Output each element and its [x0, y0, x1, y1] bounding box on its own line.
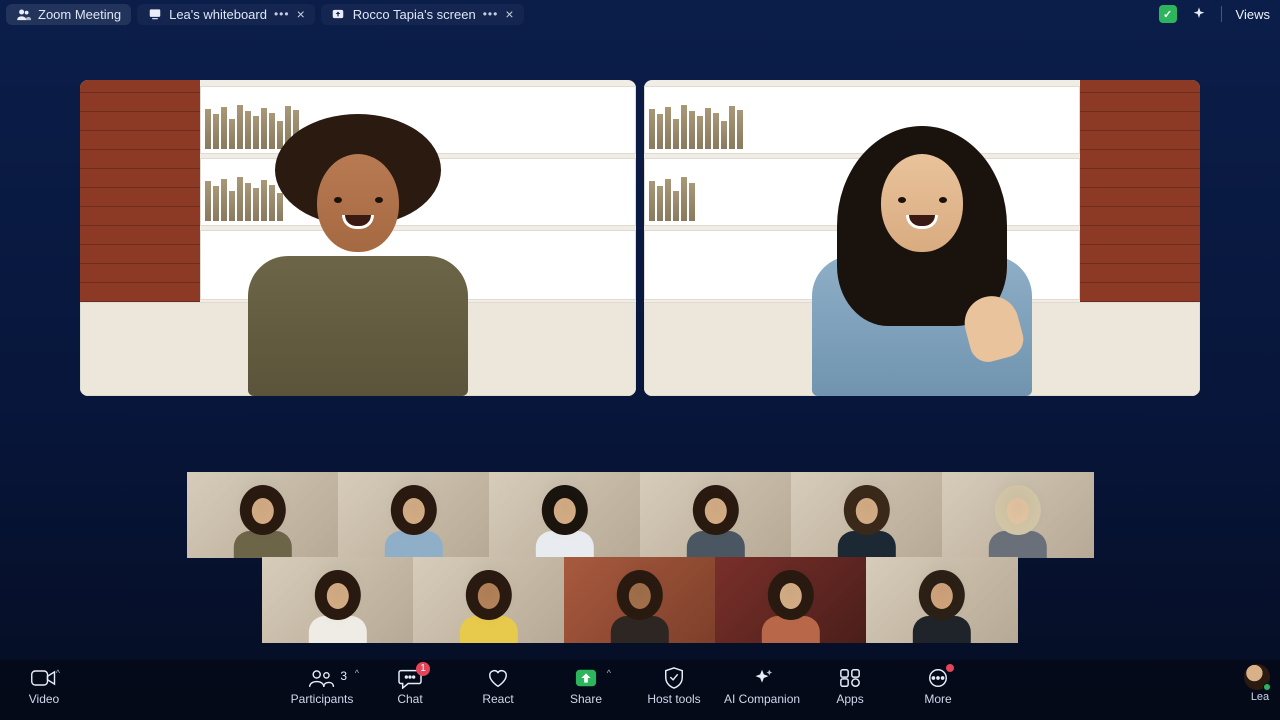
people-icon	[16, 7, 31, 22]
chat-badge: 1	[416, 662, 430, 676]
tab-options-icon[interactable]: •••	[274, 7, 290, 21]
video-button[interactable]: ^ Video	[0, 664, 88, 706]
encryption-shield-icon[interactable]: ✓	[1159, 5, 1177, 23]
avatar	[1244, 664, 1270, 690]
tab-whiteboard[interactable]: Lea's whiteboard ••• ×	[137, 4, 315, 25]
host-tools-button[interactable]: Host tools	[630, 664, 718, 706]
toolbar-label: Chat	[397, 692, 422, 706]
apps-icon	[838, 666, 862, 690]
apps-button[interactable]: Apps	[806, 664, 894, 706]
participant-thumb[interactable]	[413, 557, 565, 643]
toolbar-label: Apps	[836, 692, 863, 706]
views-button[interactable]: Views	[1236, 7, 1270, 22]
toolbar-label: AI Companion	[724, 692, 800, 706]
tab-options-icon[interactable]: •••	[483, 7, 499, 21]
share-screen-icon: ^	[573, 666, 599, 690]
share-button[interactable]: ^ Share	[542, 664, 630, 706]
speaker-tile-2[interactable]	[644, 80, 1200, 396]
whiteboard-icon	[147, 7, 162, 22]
toolbar-label: Video	[29, 692, 59, 706]
participant-thumb[interactable]	[187, 472, 339, 558]
participant-thumb[interactable]	[640, 472, 792, 558]
sparkle-icon[interactable]	[1191, 6, 1207, 22]
more-button[interactable]: More	[894, 664, 982, 706]
top-right-controls: ✓ Views	[1159, 5, 1274, 23]
status-dot	[1263, 683, 1271, 691]
toolbar-label: React	[482, 692, 513, 706]
top-tab-bar: Zoom Meeting Lea's whiteboard ••• × Rocc…	[0, 0, 1280, 28]
participant-thumb[interactable]	[564, 557, 716, 643]
participant-thumb[interactable]	[942, 472, 1094, 558]
participant-thumb[interactable]	[791, 472, 943, 558]
toolbar-label: Participants	[291, 692, 354, 706]
toolbar-label: Share	[570, 692, 602, 706]
close-icon[interactable]: ×	[505, 7, 513, 21]
divider	[1221, 6, 1222, 22]
self-avatar-button[interactable]: Lea	[1244, 664, 1280, 703]
share-up-icon	[331, 7, 346, 22]
chevron-up-icon[interactable]: ^	[355, 668, 359, 678]
participant-thumb[interactable]	[489, 472, 641, 558]
gallery-filmstrip	[185, 472, 1095, 643]
close-icon[interactable]: ×	[297, 7, 305, 21]
video-stage	[80, 80, 1200, 396]
participant-thumb[interactable]	[866, 557, 1018, 643]
chevron-up-icon[interactable]: ^	[56, 668, 60, 678]
sparkle-icon	[750, 666, 774, 690]
ai-companion-button[interactable]: AI Companion	[718, 664, 806, 706]
toolbar-label: Host tools	[647, 692, 700, 706]
participant-thumb[interactable]	[715, 557, 867, 643]
toolbar-label: More	[924, 692, 951, 706]
participant-thumb[interactable]	[262, 557, 414, 643]
tab-label: Rocco Tapia's screen	[353, 7, 476, 22]
avatar-label: Lea	[1251, 691, 1269, 703]
tab-label: Zoom Meeting	[38, 7, 121, 22]
react-button[interactable]: React	[454, 664, 542, 706]
tab-zoom-meeting[interactable]: Zoom Meeting	[6, 4, 131, 25]
speaker-tile-1[interactable]	[80, 80, 636, 396]
shield-icon	[663, 666, 685, 690]
notification-dot	[946, 664, 954, 672]
chat-button[interactable]: 1 Chat	[366, 664, 454, 706]
heart-icon	[485, 666, 511, 690]
video-icon: ^	[30, 666, 58, 690]
participants-icon: 3 ^	[307, 666, 337, 690]
chevron-up-icon[interactable]: ^	[607, 668, 611, 678]
participant-thumb[interactable]	[338, 472, 490, 558]
tab-label: Lea's whiteboard	[169, 7, 267, 22]
tab-screen-share[interactable]: Rocco Tapia's screen ••• ×	[321, 4, 524, 25]
meeting-toolbar: ^ Video 3 ^ Participants 1 Chat React ^ …	[0, 660, 1280, 720]
participants-button[interactable]: 3 ^ Participants	[278, 664, 366, 706]
participants-count: 3	[340, 669, 347, 683]
